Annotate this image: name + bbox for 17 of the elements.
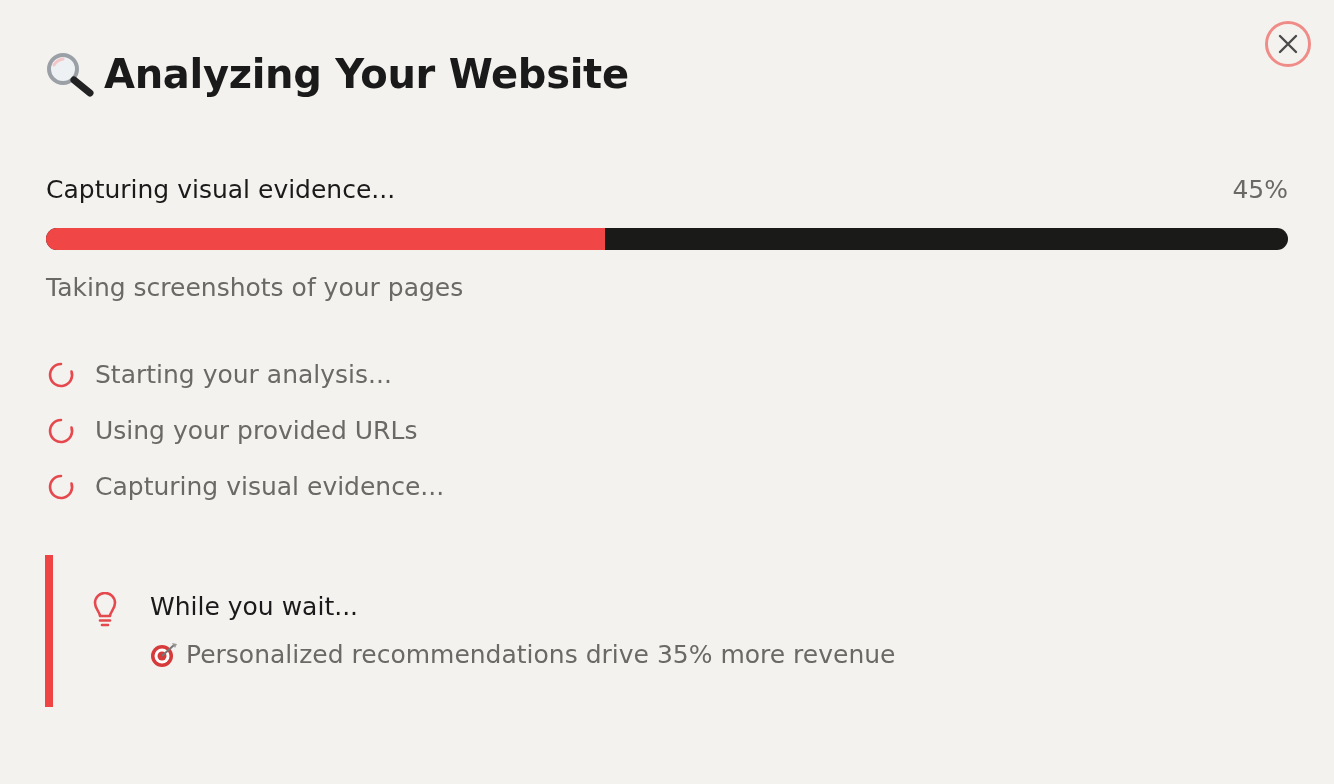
spinner-icon [47, 417, 75, 445]
tip-heading: While you wait... [150, 591, 360, 623]
progress-detail: Taking screenshots of your pages [46, 272, 465, 304]
progress-percent: 45% [1232, 174, 1288, 206]
magnifying-glass-icon [46, 52, 94, 97]
progress-label: Capturing visual evidence... [46, 174, 396, 206]
dialog-title: Analyzing Your Website [104, 50, 629, 99]
spinner-icon [47, 361, 75, 389]
close-icon [1278, 34, 1298, 54]
dart-target-icon [150, 642, 178, 668]
close-button[interactable] [1265, 21, 1311, 67]
tip-text: Personalized recommendations drive 35% more revenue [186, 639, 896, 671]
lightbulb-icon [92, 592, 118, 628]
step-label: Using your provided URLs [95, 415, 418, 447]
step-label: Capturing visual evidence... [95, 471, 445, 503]
spinner-icon [47, 473, 75, 501]
step-label: Starting your analysis... [95, 359, 392, 391]
